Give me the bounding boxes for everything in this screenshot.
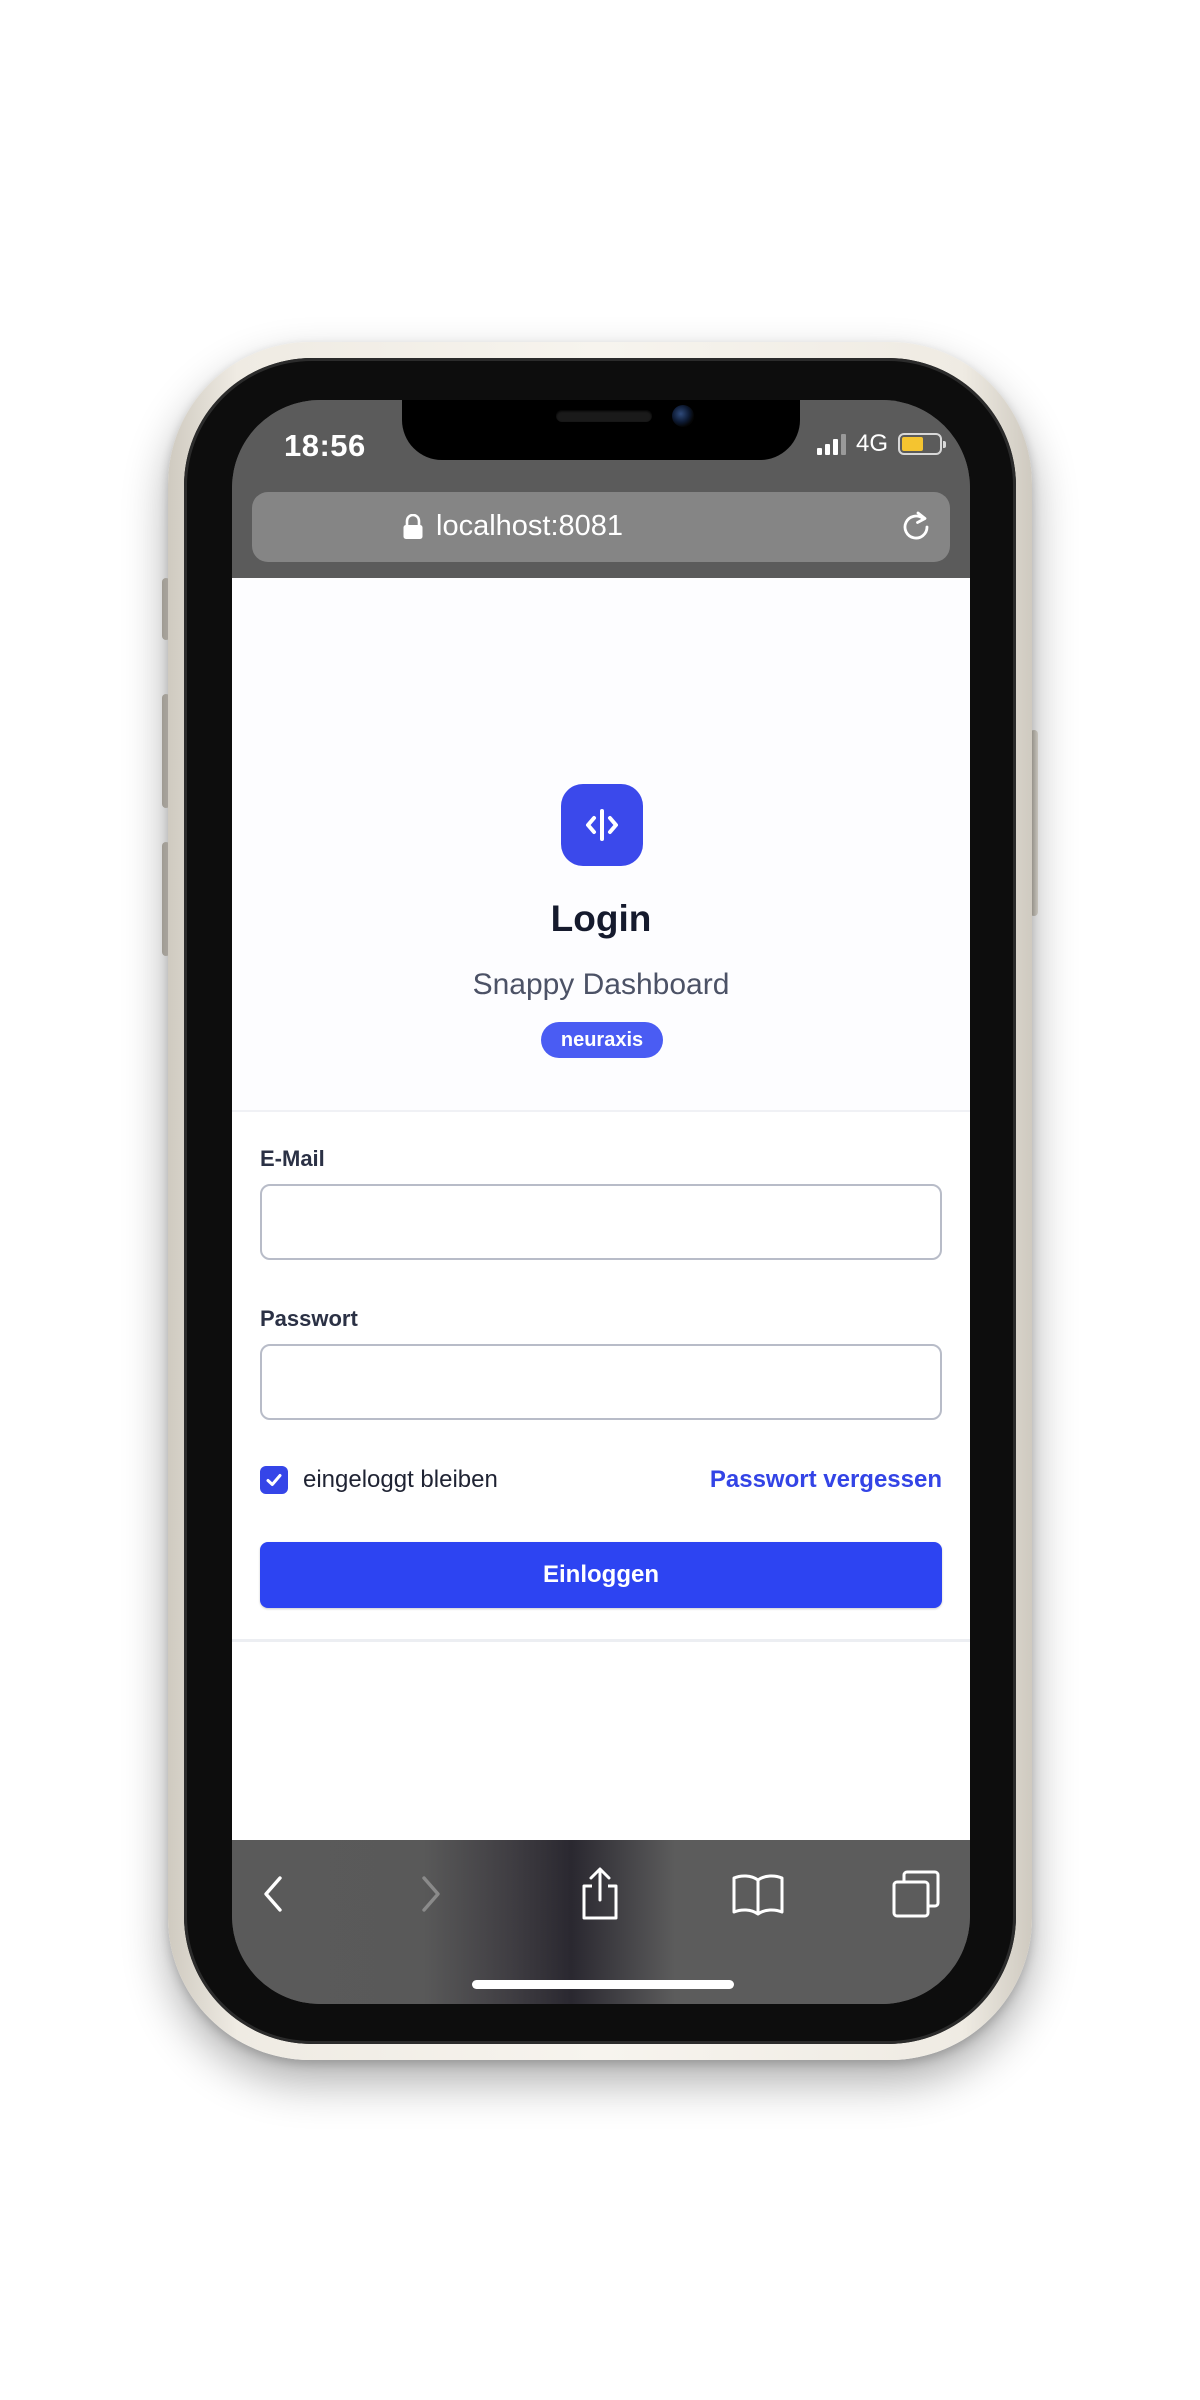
forward-button[interactable] [398,1862,462,1926]
web-page: Login Snappy Dashboard neuraxis E-Mail P… [232,578,970,1840]
battery-level [902,437,923,451]
login-button[interactable]: Einloggen [260,1542,942,1608]
battery-icon [898,433,946,455]
page-title: Login [550,898,652,939]
tabs-button[interactable] [884,1862,948,1926]
page-subtitle: Snappy Dashboard [472,968,730,1001]
login-form: E-Mail Passwort eingeloggt bleiben Passw… [232,1114,970,1642]
reload-icon[interactable] [898,509,934,545]
email-field[interactable] [260,1184,942,1260]
share-button[interactable] [568,1862,632,1926]
phone-screen: 18:56 4G localhost:8081 Login Snappy Das… [232,400,970,2004]
remember-row: eingeloggt bleiben Passwort vergessen [260,1464,942,1496]
email-label: E-Mail [260,1146,325,1171]
tenant-badge: neuraxis [541,1022,663,1058]
browser-toolbar [232,1840,970,2004]
back-button[interactable] [242,1862,306,1926]
password-label: Passwort [260,1306,358,1331]
browser-address-area: localhost:8081 [232,490,970,578]
signal-icon [816,433,846,455]
remember-label[interactable]: eingeloggt bleiben [303,1466,498,1494]
code-brackets-glyph [586,809,618,841]
share-icon [582,1867,618,1920]
url-text[interactable]: localhost:8081 [436,510,623,543]
bookmarks-button[interactable] [726,1862,790,1926]
password-field[interactable] [260,1344,942,1420]
address-bar[interactable]: localhost:8081 [252,492,950,562]
back-icon [264,1876,282,1912]
login-header: Login Snappy Dashboard neuraxis [232,578,970,1112]
remember-checkbox[interactable] [260,1466,288,1494]
network-type: 4G [855,430,888,457]
status-bar: 18:56 4G [232,400,970,490]
lock-icon [403,514,423,539]
front-camera [672,405,694,427]
code-brackets-icon [561,784,643,866]
forward-icon [422,1876,440,1912]
status-indicators: 4G [816,430,946,458]
checkmark-icon [266,1474,282,1486]
notch [402,400,800,460]
earpiece-speaker [556,410,652,422]
bookmarks-icon [732,1874,784,1916]
status-time: 18:56 [284,428,366,463]
tabs-icon [892,1870,940,1918]
home-indicator[interactable] [472,1980,734,1989]
forgot-password-link[interactable]: Passwort vergessen [710,1466,942,1494]
